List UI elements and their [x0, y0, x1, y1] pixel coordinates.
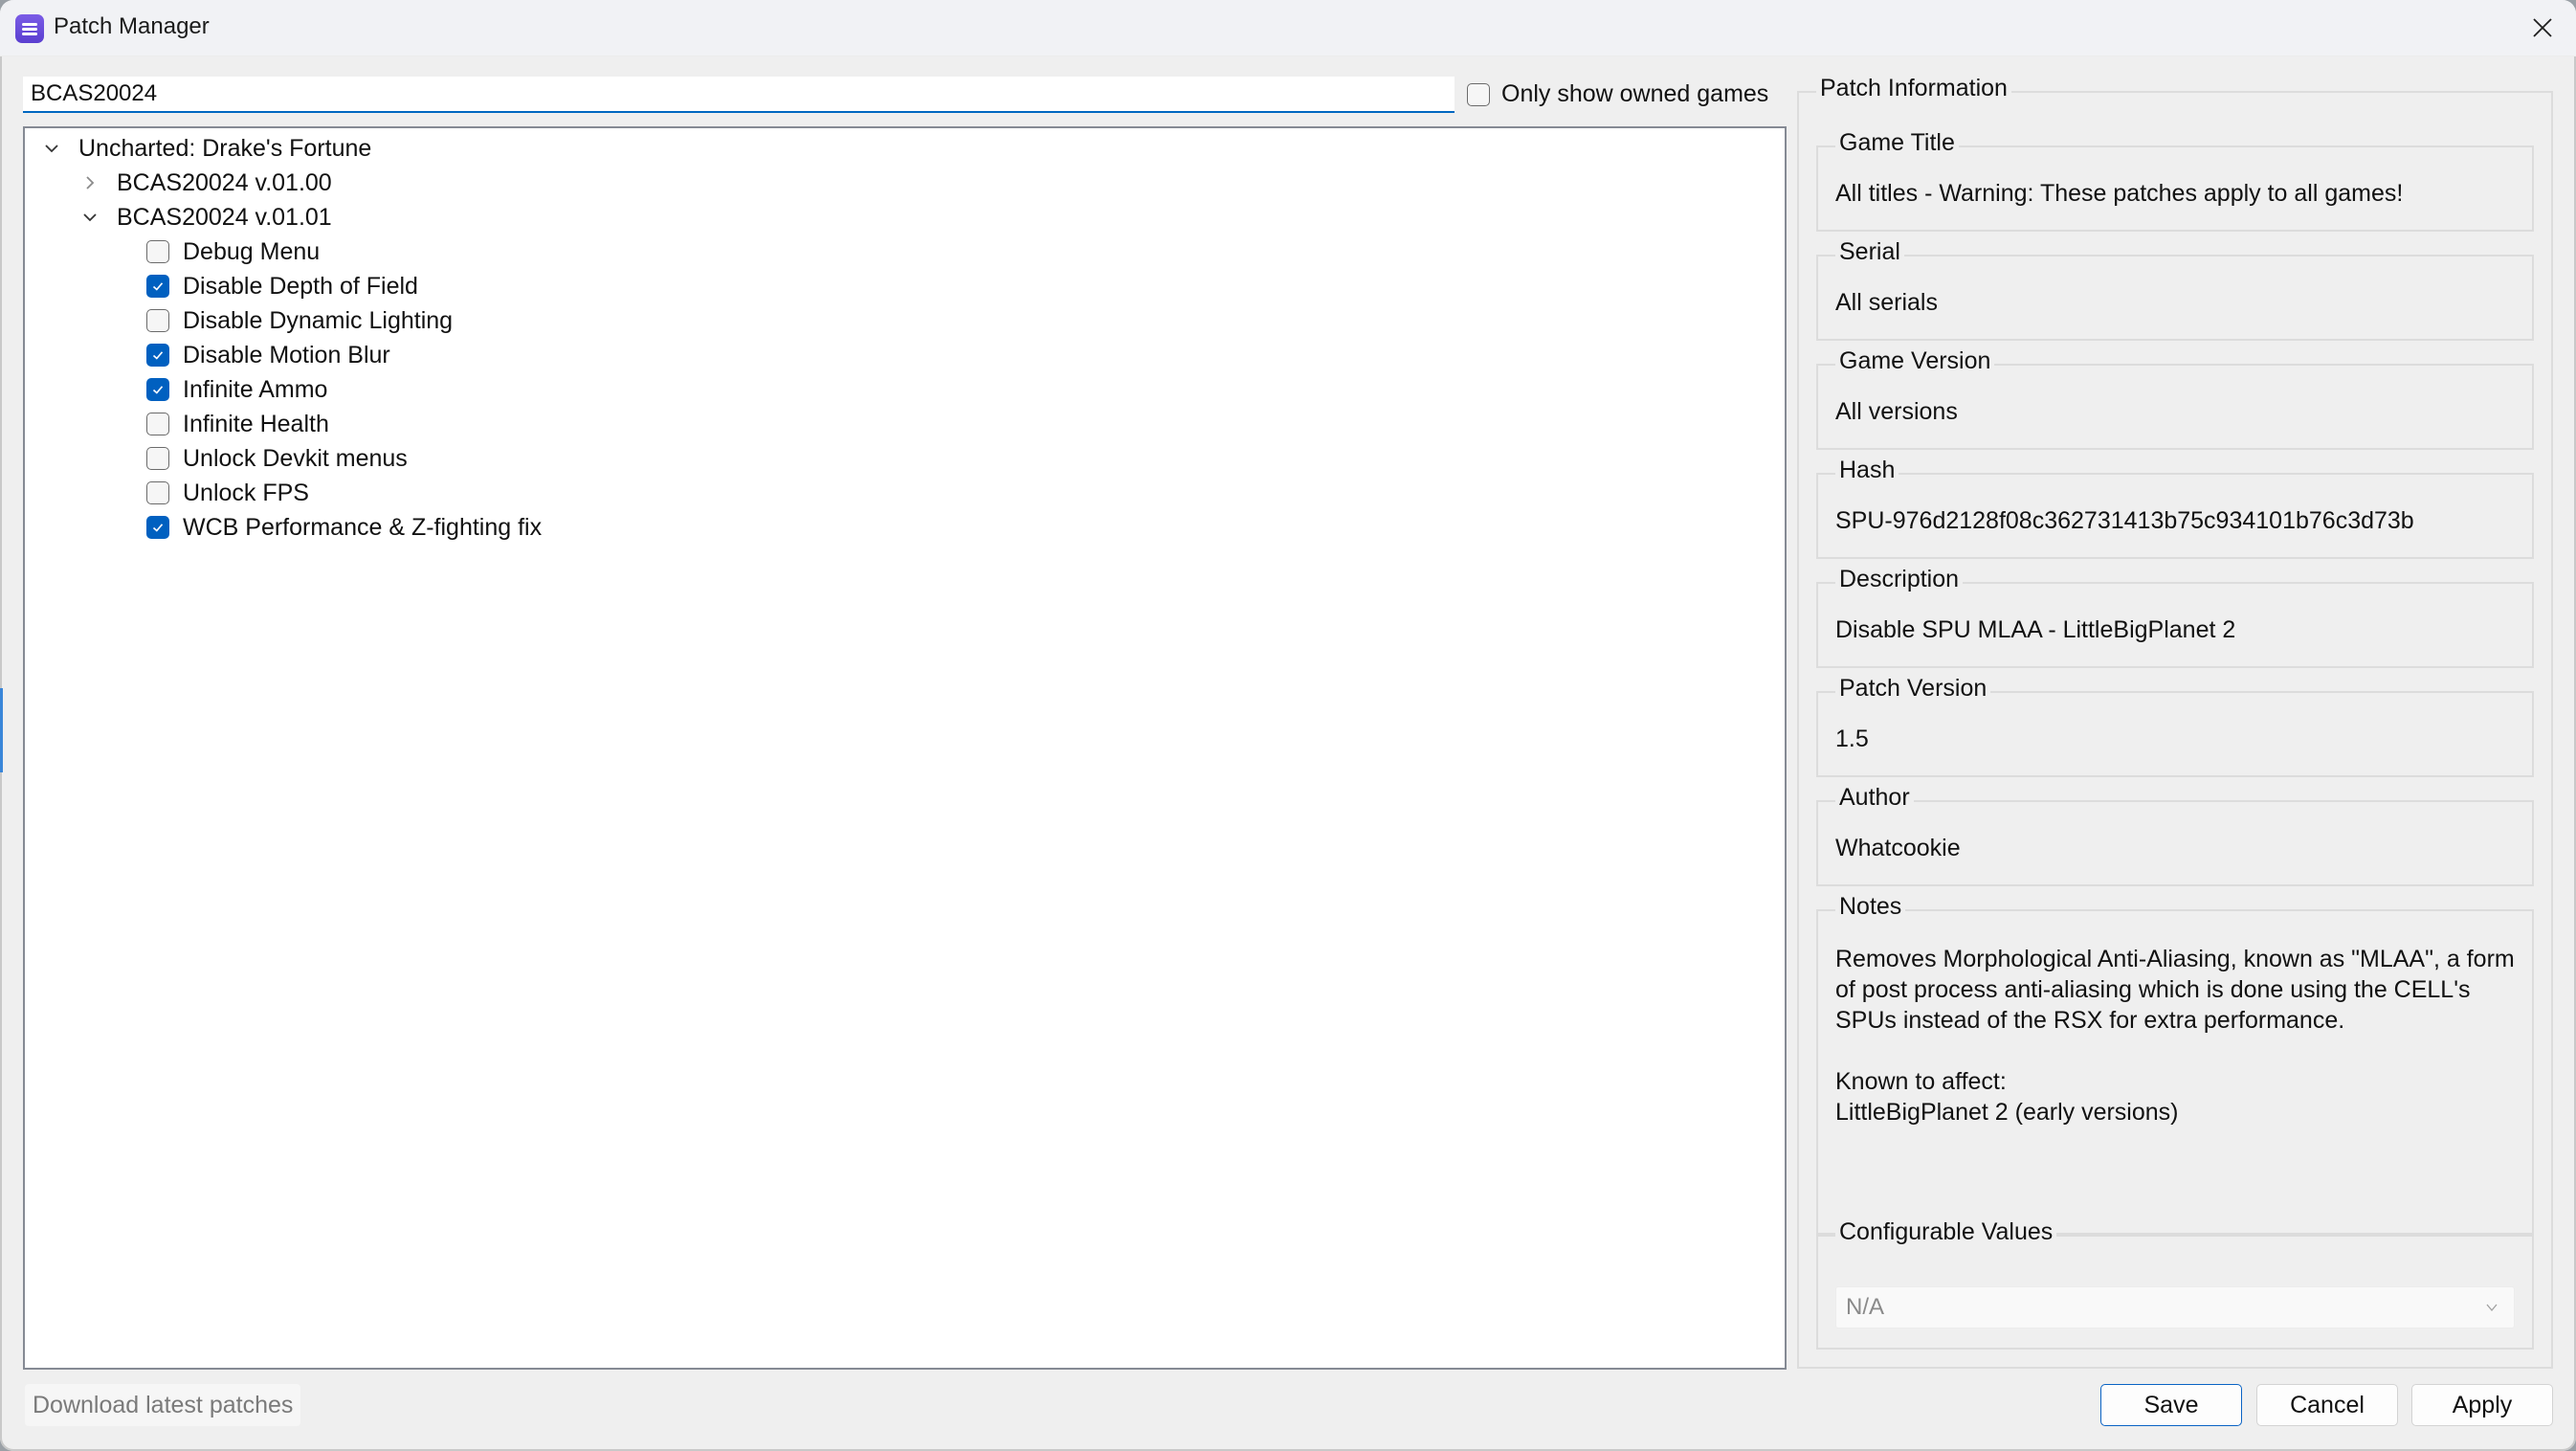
- group-label: Notes: [1835, 893, 1906, 921]
- cancel-button[interactable]: Cancel: [2256, 1384, 2398, 1426]
- patch-label: Debug Menu: [183, 237, 321, 265]
- patch-item[interactable]: Disable Motion Blur: [146, 338, 390, 372]
- chevron-down-icon: [2486, 1304, 2498, 1312]
- patch-label: Infinite Health: [183, 410, 329, 437]
- author-group: Author Whatcookie: [1816, 784, 2534, 886]
- close-button[interactable]: [2509, 0, 2576, 56]
- chevron-down-icon[interactable]: [80, 208, 100, 227]
- patch-manager-window: Patch Manager Only show owned games Unch…: [0, 0, 2576, 1451]
- patch-item[interactable]: Unlock Devkit menus: [146, 441, 408, 476]
- tree-item-game[interactable]: Uncharted: Drake's Fortune: [42, 131, 371, 166]
- hash-group: Hash SPU-976d2128f08c362731413b75c934101b…: [1816, 457, 2534, 559]
- close-icon: [2533, 18, 2552, 37]
- chevron-right-icon[interactable]: [80, 173, 100, 192]
- serial-value: All serials: [1835, 289, 1938, 316]
- search-input[interactable]: [23, 77, 1455, 113]
- patch-checkbox[interactable]: [146, 275, 169, 298]
- checkbox-box[interactable]: [1467, 82, 1490, 106]
- game-version-group: Game Version All versions: [1816, 347, 2534, 450]
- game-title-group: Game Title All titles - Warning: These pa…: [1816, 129, 2534, 232]
- group-label: Game Title: [1835, 129, 1959, 157]
- serial-group: Serial All serials: [1816, 238, 2534, 341]
- patch-checkbox[interactable]: [146, 344, 169, 367]
- configurable-values-group: Configurable Values N/A: [1816, 1218, 2534, 1350]
- patch-label: Unlock Devkit menus: [183, 444, 408, 472]
- patch-checkbox[interactable]: [146, 516, 169, 539]
- patch-checkbox[interactable]: [146, 309, 169, 332]
- configurable-values-select[interactable]: N/A: [1835, 1286, 2515, 1328]
- group-label: Configurable Values: [1835, 1218, 2057, 1246]
- tree-item-version[interactable]: BCAS20024 v.01.00: [80, 166, 332, 200]
- description-value: Disable SPU MLAA - LittleBigPlanet 2: [1835, 616, 2236, 643]
- hash-value: SPU-976d2128f08c362731413b75c934101b76c3…: [1835, 507, 2414, 534]
- background-window-accent: [0, 688, 3, 772]
- only-owned-games-label: Only show owned games: [1501, 80, 1769, 107]
- author-value: Whatcookie: [1835, 835, 1961, 861]
- patch-item[interactable]: WCB Performance & Z-fighting fix: [146, 510, 542, 545]
- patch-tree[interactable]: Uncharted: Drake's Fortune BCAS20024 v.0…: [23, 126, 1787, 1370]
- tree-item-label: Uncharted: Drake's Fortune: [78, 134, 372, 162]
- patch-checkbox[interactable]: [146, 447, 169, 470]
- patch-item[interactable]: Infinite Health: [146, 407, 329, 441]
- patch-label: Disable Dynamic Lighting: [183, 306, 454, 334]
- patch-information-title: Patch Information: [1816, 75, 2011, 102]
- description-group: Description Disable SPU MLAA - LittleBigP…: [1816, 566, 2534, 668]
- download-latest-patches-button[interactable]: Download latest patches: [25, 1384, 301, 1426]
- patch-label: Unlock FPS: [183, 479, 309, 506]
- save-button[interactable]: Save: [2100, 1384, 2242, 1426]
- game-version-value: All versions: [1835, 398, 1958, 425]
- tree-item-version[interactable]: BCAS20024 v.01.01: [80, 200, 332, 234]
- checkmark-icon: [152, 524, 164, 532]
- group-label: Game Version: [1835, 347, 1995, 375]
- apply-button[interactable]: Apply: [2411, 1384, 2553, 1426]
- patch-item[interactable]: Disable Depth of Field: [146, 269, 418, 303]
- patch-item[interactable]: Disable Dynamic Lighting: [146, 303, 453, 338]
- tree-item-label: BCAS20024 v.01.00: [117, 168, 332, 196]
- patch-version-group: Patch Version 1.5: [1816, 675, 2534, 777]
- app-icon: [15, 14, 44, 43]
- window-title: Patch Manager: [54, 13, 210, 39]
- group-label: Author: [1835, 784, 1914, 812]
- notes-text: Removes Morphological Anti-Aliasing, kno…: [1835, 946, 2515, 1126]
- patch-label: Infinite Ammo: [183, 375, 328, 403]
- patch-checkbox[interactable]: [146, 413, 169, 435]
- chevron-down-icon[interactable]: [42, 139, 61, 158]
- checkmark-icon: [152, 282, 164, 291]
- checkmark-icon: [152, 351, 164, 360]
- patch-item[interactable]: Debug Menu: [146, 234, 320, 269]
- patch-label: Disable Motion Blur: [183, 341, 390, 368]
- patch-item[interactable]: Infinite Ammo: [146, 372, 327, 407]
- patch-checkbox[interactable]: [146, 378, 169, 401]
- select-value: N/A: [1846, 1294, 1885, 1320]
- only-owned-games-checkbox[interactable]: Only show owned games: [1467, 80, 1768, 108]
- patch-label: Disable Depth of Field: [183, 272, 418, 300]
- checkmark-icon: [152, 386, 164, 394]
- group-label: Serial: [1835, 238, 1904, 266]
- group-label: Patch Version: [1835, 675, 1991, 703]
- patch-item[interactable]: Unlock FPS: [146, 476, 309, 510]
- group-label: Hash: [1835, 457, 1899, 484]
- game-title-value: All titles - Warning: These patches appl…: [1835, 180, 2404, 207]
- patch-version-value: 1.5: [1835, 726, 1869, 752]
- patch-checkbox[interactable]: [146, 240, 169, 263]
- notes-group: Notes Removes Morphological Anti-Aliasin…: [1816, 893, 2534, 1235]
- patch-label: WCB Performance & Z-fighting fix: [183, 513, 543, 541]
- title-bar[interactable]: Patch Manager: [0, 0, 2576, 56]
- patch-checkbox[interactable]: [146, 481, 169, 504]
- tree-item-label: BCAS20024 v.01.01: [117, 203, 332, 231]
- group-label: Description: [1835, 566, 1964, 593]
